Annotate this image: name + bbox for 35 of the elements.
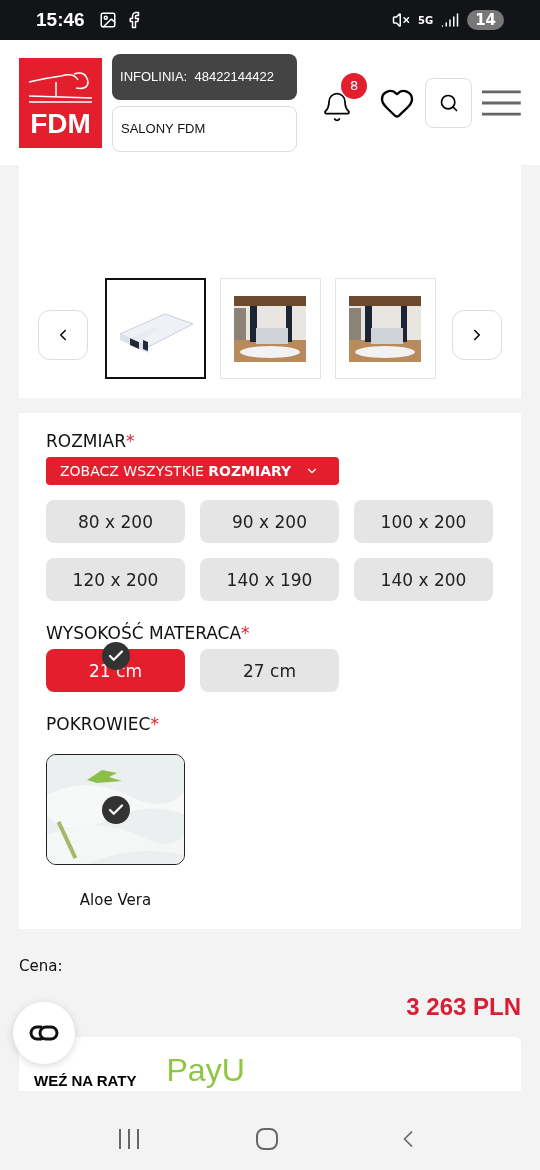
option-button[interactable]: 80 x 200 — [46, 500, 185, 543]
battery-level: 14 — [467, 10, 504, 30]
price-label: Cena: — [19, 957, 64, 975]
status-time: 15:46 — [36, 9, 85, 31]
option-button[interactable]: 27 cm — [200, 649, 339, 692]
option-button[interactable]: 140 x 190 — [200, 558, 339, 601]
search-icon — [438, 92, 459, 113]
infoline-link[interactable]: INFOLINIA: 48422144422 — [112, 53, 298, 100]
notification-count: 8 — [341, 72, 368, 99]
logo[interactable]: FDM — [19, 57, 103, 148]
screenshot-icon — [98, 11, 117, 29]
option-button[interactable]: 100 x 200 — [354, 500, 493, 543]
height-label: WYSOKOŚĆ MATERACA* — [46, 623, 251, 643]
chat-icon — [28, 1024, 60, 1042]
installments-title: WEŹ NA RATY — [34, 1072, 137, 1089]
chat-button[interactable] — [13, 1002, 75, 1064]
option-button[interactable]: 140 x 200 — [354, 558, 493, 601]
cover-label: POKROWIEC* — [46, 714, 160, 734]
thumbnail[interactable] — [104, 278, 206, 379]
option-button[interactable]: 120 x 200 — [46, 558, 185, 601]
search-button[interactable] — [425, 77, 473, 128]
signal-icon — [441, 11, 460, 29]
size-label: ROZMIAR* — [46, 431, 136, 451]
recent-apps-icon[interactable] — [118, 1128, 140, 1149]
mute-icon — [391, 11, 410, 29]
cover-name: Aloe Vera — [78, 891, 153, 909]
stores-link[interactable]: SALONY FDM — [112, 105, 298, 152]
menu-icon[interactable] — [482, 88, 521, 117]
home-icon[interactable] — [256, 1127, 278, 1150]
option-button[interactable]: 90 x 200 — [200, 500, 339, 543]
logo-text: FDM — [30, 107, 91, 140]
network-type: 5G — [417, 14, 434, 26]
price: 3 263 PLN — [406, 993, 521, 1021]
payu-logo: PayU — [166, 1052, 245, 1089]
all-sizes-dropdown[interactable]: ZOBACZ WSZYSTKIE ROZMIARY — [46, 457, 339, 485]
